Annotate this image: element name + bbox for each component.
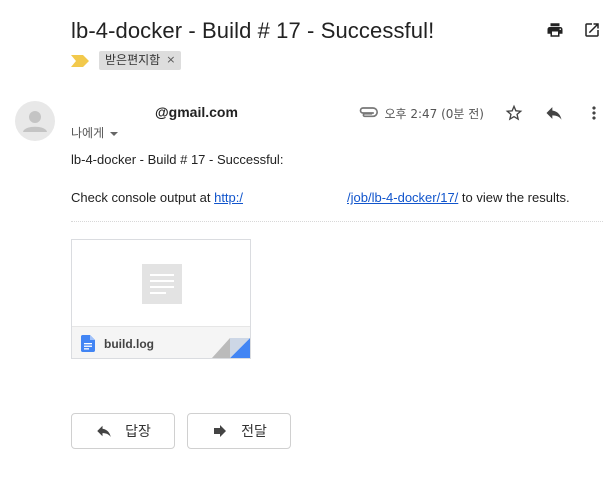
chevron-down-icon <box>110 131 119 136</box>
reply-button[interactable]: 답장 <box>71 413 175 449</box>
console-output-link[interactable]: http:/ /job/lb-4-docker/17/ <box>214 190 458 205</box>
divider <box>71 221 603 222</box>
attachment-corner-fold-icon <box>212 338 250 358</box>
sender-email[interactable]: @gmail.com <box>155 104 238 120</box>
body-text-line2: Check console output at http:/ /job/lb-4-… <box>71 190 570 205</box>
document-thumbnail-icon <box>142 264 182 304</box>
reply-icon[interactable] <box>544 103 564 123</box>
importance-marker-icon[interactable] <box>71 54 89 67</box>
body-suffix: to view the results. <box>458 190 570 205</box>
avatar <box>15 101 55 141</box>
recipient-label: 나에게 <box>71 126 105 140</box>
header-actions <box>545 20 602 40</box>
link-end: /job/lb-4-docker/17/ <box>347 190 459 205</box>
print-icon[interactable] <box>545 20 565 40</box>
body-prefix: Check console output at <box>71 190 215 205</box>
message-meta: 오후 2:47 (0분 전) <box>358 103 604 123</box>
reply-label: 답장 <box>125 424 151 440</box>
remove-label-icon[interactable]: × <box>166 53 175 67</box>
forward-icon <box>214 425 227 437</box>
label-text: 받은편지함 <box>105 53 161 67</box>
attachment-preview <box>72 240 250 326</box>
label-row: 받은편지함 × <box>71 51 182 70</box>
email-subject: lb-4-docker - Build # 17 - Successful! <box>71 18 435 43</box>
more-vertical-icon[interactable] <box>584 103 604 123</box>
reply-icon <box>97 425 111 437</box>
paperclip-icon <box>360 107 379 118</box>
body-text-line1: lb-4-docker - Build # 17 - Successful: <box>71 152 284 167</box>
attachment-filename: build.log <box>104 337 154 351</box>
star-icon[interactable] <box>504 103 524 123</box>
open-in-new-window-icon[interactable] <box>582 20 602 40</box>
recipient-dropdown[interactable]: 나에게 <box>71 124 119 141</box>
inbox-label-chip: 받은편지함 × <box>99 51 182 70</box>
google-docs-file-icon <box>81 335 95 352</box>
forward-label: 전달 <box>241 424 267 440</box>
forward-button[interactable]: 전달 <box>187 413 291 449</box>
link-start: http:/ <box>214 190 244 205</box>
default-avatar-icon <box>23 111 47 132</box>
attachment-card[interactable]: build.log <box>71 239 251 359</box>
timestamp: 오후 2:47 (0분 전) <box>384 106 484 121</box>
